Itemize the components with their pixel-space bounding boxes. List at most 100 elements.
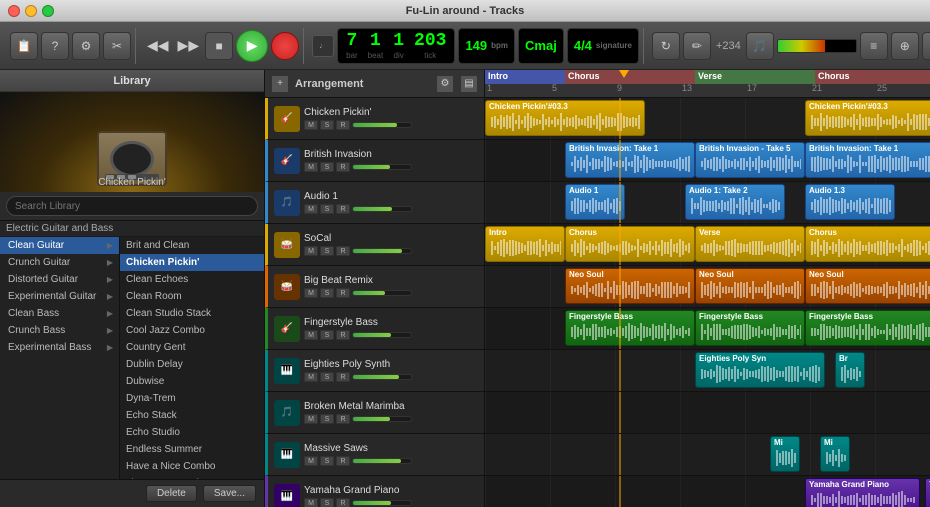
clip[interactable]: Br — [835, 352, 865, 388]
rewind-button[interactable]: ◀◀ — [144, 37, 172, 54]
clip[interactable]: Fingerstyle Bass — [805, 310, 930, 346]
clip[interactable]: Audio 1: Take 2 — [685, 184, 785, 220]
track-row-track-6[interactable]: 🎸 Fingerstyle Bass M S R — [265, 308, 484, 350]
add-track-button[interactable]: + — [271, 75, 289, 93]
maximize-button[interactable] — [42, 5, 54, 17]
track-row-track-9[interactable]: 🎹 Massive Saws M S R — [265, 434, 484, 476]
view-button[interactable]: ≡ — [860, 32, 888, 60]
clip[interactable]: British Invasion - Take 5 — [695, 142, 805, 178]
track-lane-track-4[interactable]: IntroChorusVerseChorusChorus — [485, 224, 930, 266]
record-arm-button[interactable]: R — [336, 288, 350, 298]
clip[interactable]: Neo Soul — [565, 268, 695, 304]
track-row-track-4[interactable]: 🥁 SoCal M S R — [265, 224, 484, 266]
clip[interactable]: Mi — [820, 436, 850, 472]
mute-button[interactable]: M — [304, 246, 318, 256]
record-button[interactable] — [271, 32, 299, 60]
record-arm-button[interactable]: R — [336, 246, 350, 256]
clip[interactable]: Audio 1.3 — [805, 184, 895, 220]
subcategory-item-clean-room[interactable]: Clean Room — [120, 288, 264, 305]
tuner-button[interactable]: 🎵 — [746, 32, 774, 60]
category-item-distorted-guitar[interactable]: Distorted Guitar▶ — [0, 271, 119, 288]
solo-button[interactable]: S — [320, 162, 334, 172]
subcategory-item-dublin-delay[interactable]: Dublin Delay — [120, 356, 264, 373]
track-lane-track-8[interactable] — [485, 392, 930, 434]
track-fader[interactable] — [352, 206, 412, 212]
category-item-clean-guitar[interactable]: Clean Guitar▶ — [0, 237, 119, 254]
delete-button[interactable]: Delete — [146, 485, 197, 502]
category-item-experimental-bass[interactable]: Experimental Bass▶ — [0, 339, 119, 356]
clip[interactable]: Yamaha Grand Piano — [805, 478, 920, 507]
track-row-track-5[interactable]: 🥁 Big Beat Remix M S R — [265, 266, 484, 308]
track-fader[interactable] — [352, 374, 412, 380]
track-lane-track-10[interactable]: Yamaha Grand Piano Yama — [485, 476, 930, 507]
window-controls[interactable] — [8, 5, 54, 17]
clip[interactable]: Verse — [695, 226, 805, 262]
clip[interactable]: Chicken Pickin'#03.3 — [805, 100, 930, 136]
subcategory-item-dyna-trem[interactable]: Dyna-Trem — [120, 390, 264, 407]
zoom-button[interactable]: ⊕ — [891, 32, 919, 60]
time-sig-display[interactable]: 4/4 signature — [567, 28, 639, 64]
track-row-track-1[interactable]: 🎸 Chicken Pickin' M S R — [265, 98, 484, 140]
clip[interactable]: British Invasion: Take 1 — [565, 142, 695, 178]
new-project-button[interactable]: 📋 — [10, 32, 38, 60]
record-arm-button[interactable]: R — [336, 498, 350, 507]
solo-button[interactable]: S — [320, 120, 334, 130]
track-lane-track-7[interactable]: Eighties Poly Syn Br — [485, 350, 930, 392]
track-row-track-8[interactable]: 🎵 Broken Metal Marimba M S R — [265, 392, 484, 434]
category-item-experimental-guitar[interactable]: Experimental Guitar▶ — [0, 288, 119, 305]
forward-button[interactable]: ▶▶ — [175, 37, 203, 54]
clip[interactable]: Intro — [485, 226, 565, 262]
record-arm-button[interactable]: R — [336, 204, 350, 214]
solo-button[interactable]: S — [320, 414, 334, 424]
pencil-button[interactable]: ✏ — [683, 32, 711, 60]
solo-button[interactable]: S — [320, 498, 334, 507]
mute-button[interactable]: M — [304, 330, 318, 340]
clip[interactable]: Mi — [770, 436, 800, 472]
record-arm-button[interactable]: R — [336, 456, 350, 466]
arrangement-view-button[interactable]: ▤ — [460, 75, 478, 93]
solo-button[interactable]: S — [320, 288, 334, 298]
clip[interactable]: Chorus — [565, 226, 695, 262]
clip[interactable]: Audio 1 — [565, 184, 625, 220]
clip[interactable]: Chorus — [805, 226, 930, 262]
track-lane-track-1[interactable]: Chicken Pickin'#03.3Chicken Pickin'#03.3 — [485, 98, 930, 140]
solo-button[interactable]: S — [320, 246, 334, 256]
clip[interactable]: Fingerstyle Bass — [565, 310, 695, 346]
search-input[interactable] — [6, 196, 258, 216]
track-fader[interactable] — [352, 416, 412, 422]
clip[interactable]: Neo Soul — [805, 268, 930, 304]
track-lane-track-3[interactable]: Audio 1 Audio 1: Take 2 Audio 1.3 — [485, 182, 930, 224]
subcategory-item-chicken-pickin[interactable]: Chicken Pickin' — [120, 254, 264, 271]
mute-button[interactable]: M — [304, 120, 318, 130]
track-lane-track-9[interactable]: Mi Mi — [485, 434, 930, 476]
category-item-crunch-bass[interactable]: Crunch Bass▶ — [0, 322, 119, 339]
minimize-button[interactable] — [25, 5, 37, 17]
stop-button[interactable]: ■ — [205, 32, 233, 60]
mute-button[interactable]: M — [304, 498, 318, 507]
category-item-crunch-guitar[interactable]: Crunch Guitar▶ — [0, 254, 119, 271]
bpm-display[interactable]: 149 bpm — [458, 28, 515, 64]
track-row-track-3[interactable]: 🎵 Audio 1 M S R — [265, 182, 484, 224]
mute-button[interactable]: M — [304, 288, 318, 298]
track-lane-track-2[interactable]: British Invasion: Take 1British Invasion… — [485, 140, 930, 182]
subcategory-item-clean-studio-stack[interactable]: Clean Studio Stack — [120, 305, 264, 322]
clip[interactable]: Yama — [925, 478, 930, 507]
record-arm-button[interactable]: R — [336, 372, 350, 382]
track-fader[interactable] — [352, 500, 412, 506]
solo-button[interactable]: S — [320, 204, 334, 214]
arrangement-settings-button[interactable]: ⚙ — [436, 75, 454, 93]
subcategory-item-echo-stack[interactable]: Echo Stack — [120, 407, 264, 424]
mute-button[interactable]: M — [304, 372, 318, 382]
mute-button[interactable]: M — [304, 162, 318, 172]
subcategory-item-echo-studio[interactable]: Echo Studio — [120, 424, 264, 441]
subcategory-item-cool-jazz-combo[interactable]: Cool Jazz Combo — [120, 322, 264, 339]
track-lane-track-6[interactable]: Fingerstyle BassFingerstyle BassFingerst… — [485, 308, 930, 350]
more-button[interactable]: ⚙ — [922, 32, 930, 60]
help-button[interactable]: ? — [41, 32, 69, 60]
play-button[interactable]: ▶ — [236, 30, 268, 62]
mute-button[interactable]: M — [304, 456, 318, 466]
track-lane-track-5[interactable]: Neo SoulNeo SoulNeo Soul — [485, 266, 930, 308]
clip[interactable]: Eighties Poly Syn — [695, 352, 825, 388]
subcategory-item-country-gent[interactable]: Country Gent — [120, 339, 264, 356]
key-display[interactable]: Cmaj — [518, 28, 564, 64]
